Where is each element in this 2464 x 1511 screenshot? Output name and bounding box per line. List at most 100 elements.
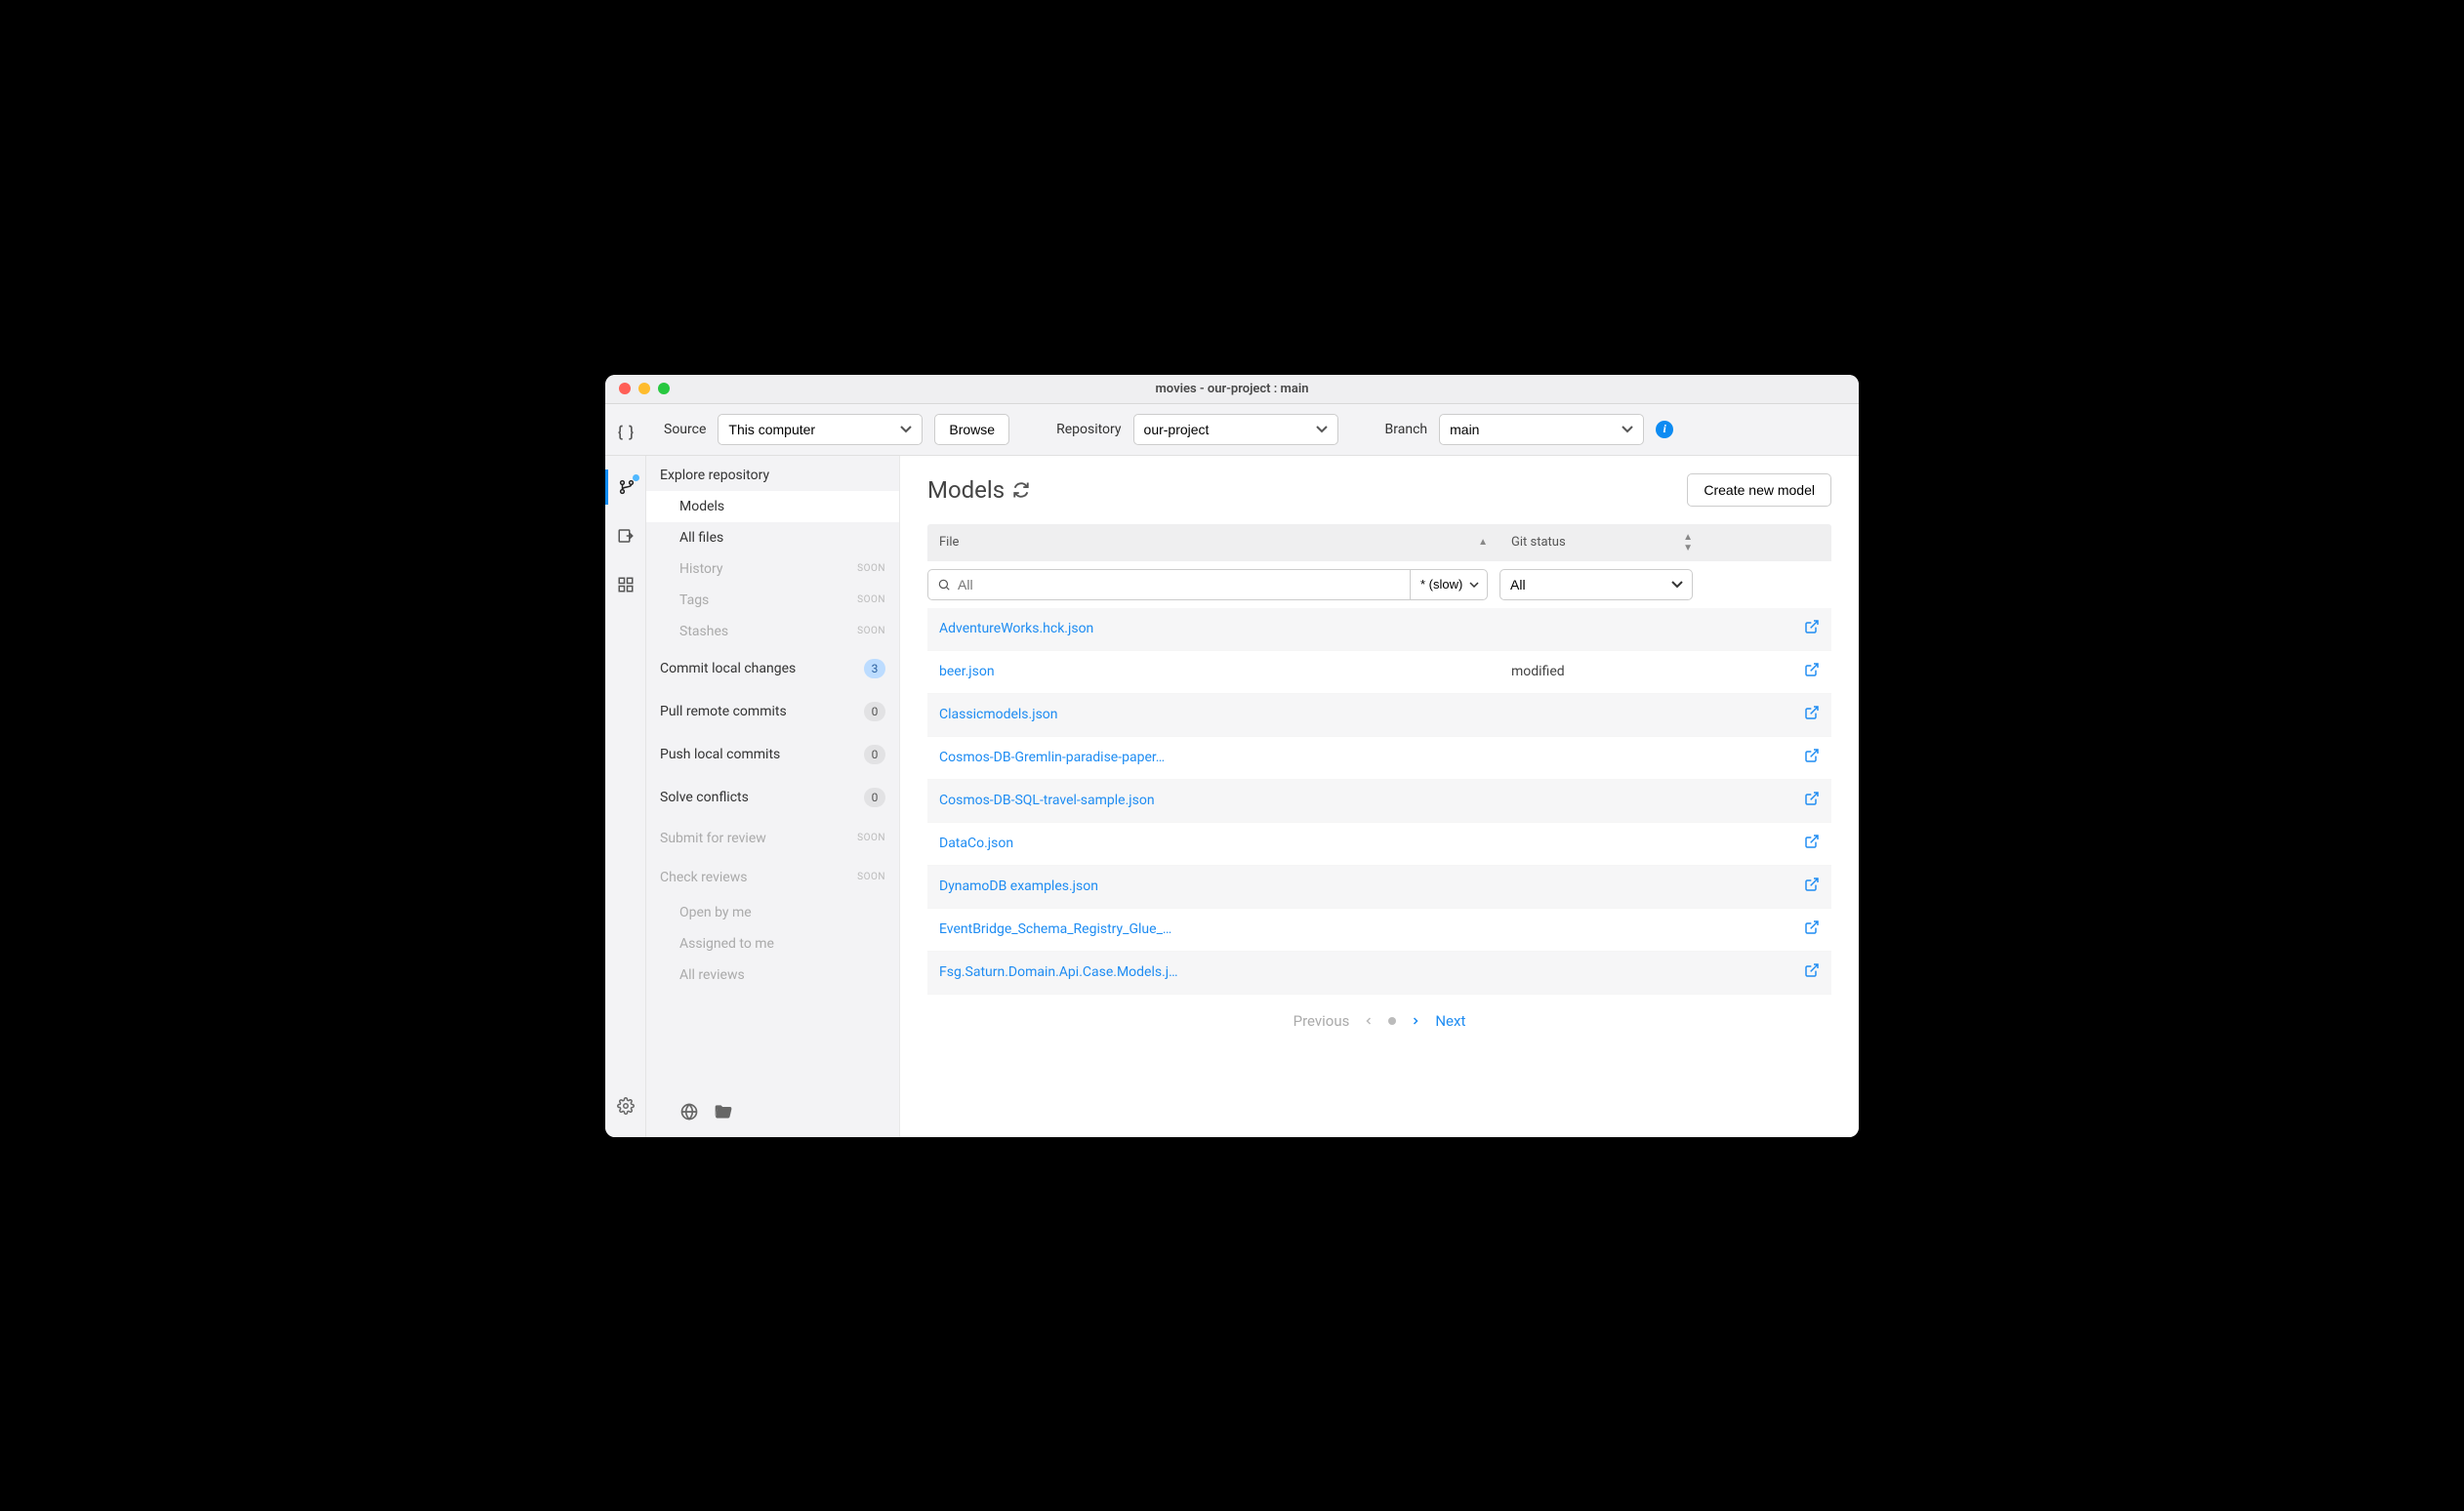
pager-previous: Previous [1294,1012,1350,1030]
chevron-left-icon [1363,1014,1375,1028]
sort-both-icon: ▲▼ [1683,532,1693,553]
sidebar-action-solve-conflicts[interactable]: Solve conflicts0 [646,776,899,819]
git-branch-icon[interactable] [605,470,646,505]
traffic-lights [605,383,670,394]
info-icon[interactable]: i [1656,421,1673,438]
sidebar: Explore repository Models All files Histor… [646,456,900,1137]
external-link-icon[interactable] [1804,662,1820,677]
zoom-window-button[interactable] [658,383,670,394]
table-row: Fsg.Saturn.Domain.Api.Case.Models.j… [927,952,1831,995]
repository-select[interactable]: our-project [1133,414,1338,445]
external-link-icon[interactable] [1804,748,1820,763]
action-cell [1704,619,1831,638]
sidebar-item-all-files[interactable]: All files [646,522,899,553]
source-select[interactable]: This computer [718,414,923,445]
action-cell [1704,705,1831,724]
external-link-icon[interactable] [1804,791,1820,806]
sidebar-review-label: All reviews [679,967,745,983]
sidebar-item-tags: TagsSOON [646,585,899,616]
sidebar-item-label: Stashes [679,624,728,639]
external-link-icon[interactable] [1804,705,1820,720]
git-status-cell: modified [1499,664,1704,679]
table-row: beer.jsonmodified [927,651,1831,694]
filter-row: * (slow) All [927,561,1831,608]
sidebar-action-submit-for-review: Submit for reviewSOON [646,819,899,858]
soon-badge: SOON [857,626,885,636]
table-row: Classicmodels.json [927,694,1831,737]
sidebar-action-push-local-commits[interactable]: Push local commits0 [646,733,899,776]
sidebar-action-commit-local-changes[interactable]: Commit local changes 3 [646,647,899,690]
table-row: Cosmos-DB-SQL-travel-sample.json [927,780,1831,823]
body: Explore repository Models All files Histor… [605,456,1859,1137]
page-title: Models [927,476,1005,504]
file-link[interactable]: AdventureWorks.hck.json [927,621,1499,636]
import-icon[interactable] [605,518,646,553]
git-status-filter[interactable]: All [1499,569,1693,600]
main: Models Create new model File ▲ Git statu… [900,456,1859,1137]
chevron-right-icon[interactable] [1410,1014,1421,1028]
sidebar-review-assigned-to-me: Assigned to me [646,928,899,960]
table-header: File ▲ Git status ▲▼ [927,524,1831,561]
file-link[interactable]: Cosmos-DB-Gremlin-paradise-paper… [927,750,1499,765]
table-row: AdventureWorks.hck.json [927,608,1831,651]
minimize-window-button[interactable] [638,383,650,394]
gear-icon[interactable] [605,1088,646,1123]
pager-dot [1388,1017,1396,1025]
table-body: AdventureWorks.hck.json beer.jsonmodified… [927,608,1831,995]
pager: Previous Next [927,995,1831,1034]
sidebar-item-stashes: Stashes SOON [646,616,899,647]
table-row: EventBridge_Schema_Registry_Glue_… [927,909,1831,952]
file-link[interactable]: Fsg.Saturn.Domain.Api.Case.Models.j… [927,964,1499,980]
sidebar-action-pull-remote-commits[interactable]: Pull remote commits0 [646,690,899,733]
action-cell [1704,834,1831,853]
external-link-icon[interactable] [1804,962,1820,978]
column-file[interactable]: File ▲ [927,524,1499,561]
external-link-icon[interactable] [1804,834,1820,849]
action-cell [1704,877,1831,896]
action-cell [1704,748,1831,767]
count-badge: 0 [864,702,885,721]
sidebar-review-label: Assigned to me [679,936,774,952]
source-label: Source [664,422,706,437]
app-window: movies - our-project : main Source This … [605,375,1859,1137]
sidebar-item-models[interactable]: Models [646,491,899,522]
refresh-icon[interactable] [1012,481,1030,499]
folder-open-icon[interactable] [713,1102,734,1122]
sidebar-action-label: Commit local changes [660,661,796,676]
file-link[interactable]: Classicmodels.json [927,707,1499,722]
file-link[interactable]: DataCo.json [927,836,1499,851]
sidebar-review-all-reviews: All reviews [646,960,899,991]
titlebar: movies - our-project : main [605,375,1859,404]
branch-label: Branch [1385,422,1428,437]
table-row: DynamoDB examples.json [927,866,1831,909]
file-link[interactable]: Cosmos-DB-SQL-travel-sample.json [927,793,1499,808]
external-link-icon[interactable] [1804,877,1820,892]
soon-badge: SOON [857,833,885,843]
search-mode-select[interactable]: * (slow) [1410,569,1488,600]
external-link-icon[interactable] [1804,619,1820,634]
sidebar-review-label: Open by me [679,905,752,920]
top-toolbar: Source This computer Browse Repository o… [605,404,1859,456]
file-link[interactable]: DynamoDB examples.json [927,878,1499,894]
repository-label: Repository [1056,422,1121,437]
grid-icon[interactable] [605,567,646,602]
pager-next[interactable]: Next [1435,1012,1465,1030]
sidebar-item-label: History [679,561,723,577]
file-search-input[interactable] [927,569,1410,600]
external-link-icon[interactable] [1804,919,1820,935]
branch-select[interactable]: main [1439,414,1644,445]
browse-button[interactable]: Browse [934,414,1009,445]
globe-icon[interactable] [679,1102,699,1122]
count-badge: 3 [864,659,885,678]
sidebar-footer [646,1090,899,1137]
file-link[interactable]: EventBridge_Schema_Registry_Glue_… [927,921,1499,937]
braces-icon[interactable] [605,413,646,456]
sidebar-action-check-reviews: Check reviewsSOON [646,858,899,897]
create-model-button[interactable]: Create new model [1687,473,1831,507]
explore-title: Explore repository [646,456,899,491]
close-window-button[interactable] [619,383,631,394]
file-link[interactable]: beer.json [927,664,1499,679]
sidebar-item-label: All files [679,530,723,546]
soon-badge: SOON [857,594,885,605]
column-git-status[interactable]: Git status ▲▼ [1499,524,1704,561]
